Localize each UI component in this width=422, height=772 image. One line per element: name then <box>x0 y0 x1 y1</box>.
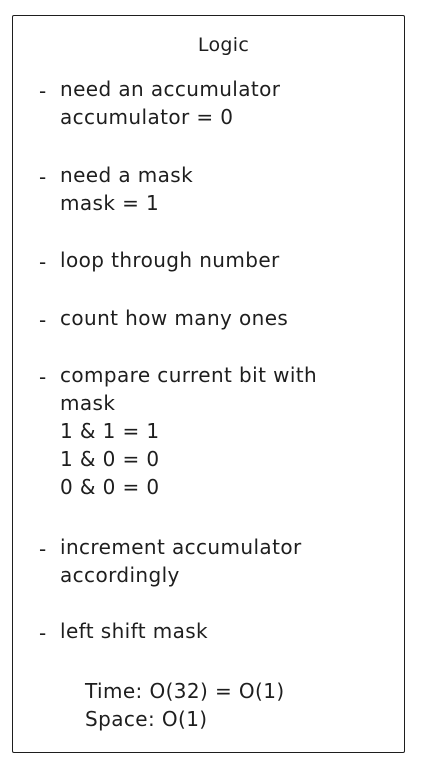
space-complexity: Space: O(1) <box>85 707 208 731</box>
note-line: increment accumulator <box>60 535 302 559</box>
note-line: 1 & 0 = 0 <box>60 447 160 471</box>
time-complexity: Time: O(32) = O(1) <box>85 679 285 703</box>
bullet-dash: - <box>39 79 47 103</box>
note-line: loop through number <box>60 248 280 272</box>
note-line: compare current bit with <box>60 363 318 387</box>
note-line: accumulator = 0 <box>60 105 234 129</box>
note-line: 0 & 0 = 0 <box>60 475 160 499</box>
bullet-dash: - <box>39 537 47 561</box>
note-line: 1 & 1 = 1 <box>60 419 160 443</box>
note-line: accordingly <box>60 563 180 587</box>
bullet-dash: - <box>39 250 47 274</box>
bullet-dash: - <box>39 621 47 645</box>
note-line: mask <box>60 391 116 415</box>
bullet-dash: - <box>39 308 47 332</box>
bullet-dash: - <box>39 165 47 189</box>
bullet-dash: - <box>39 365 47 389</box>
note-line: count how many ones <box>60 306 289 330</box>
note-title: Logic <box>197 34 250 56</box>
note-line: mask = 1 <box>60 191 160 215</box>
logic-note-card: Logic - need an accumulator accumulator … <box>12 15 405 753</box>
note-line: need a mask <box>60 163 194 187</box>
note-line: need an accumulator <box>60 77 281 101</box>
note-line: left shift mask <box>60 619 209 643</box>
